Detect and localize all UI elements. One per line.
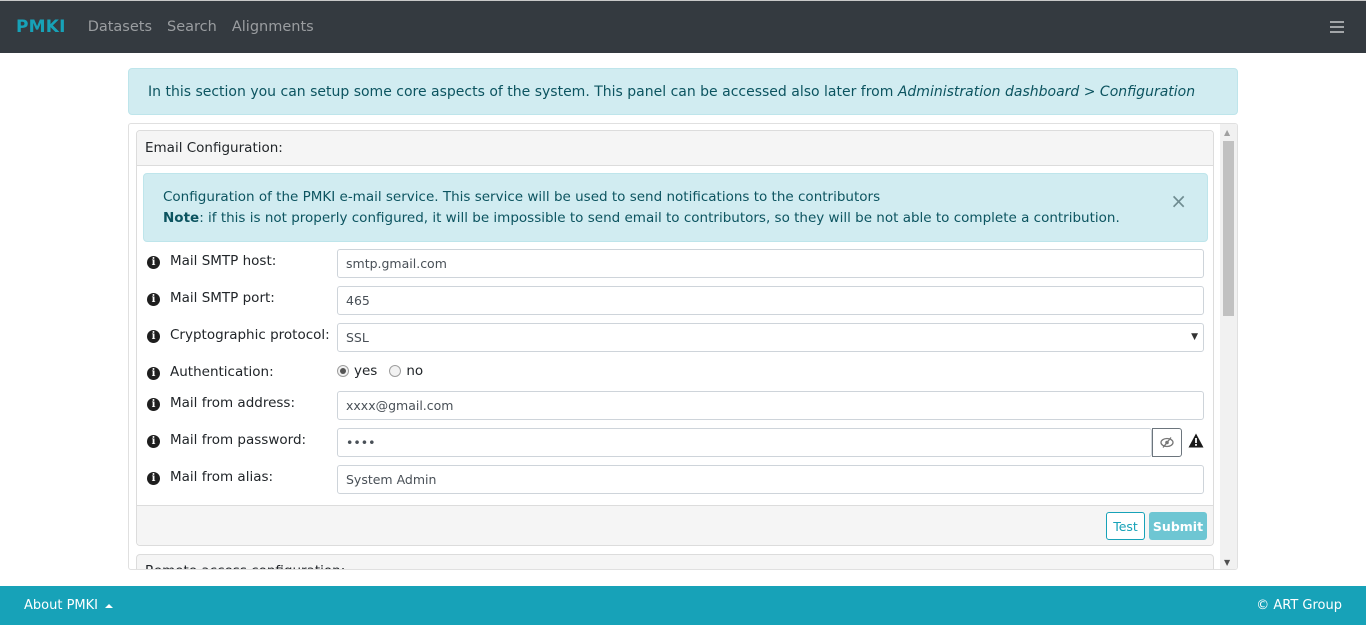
smtp-host-input[interactable]: smtp.gmail.com xyxy=(337,249,1204,278)
email-config-header: Email Configuration: xyxy=(137,131,1213,166)
authentication-radio-group: yes no xyxy=(337,363,435,379)
email-alert-line2: : if this is not properly configured, it… xyxy=(199,210,1120,226)
smtp-port-row: i Mail SMTP port: 465 xyxy=(145,286,1205,316)
hamburger-icon[interactable] xyxy=(1330,21,1344,33)
protocol-row: i Cryptographic protocol: SSL ▼ xyxy=(145,323,1205,353)
eye-slash-icon xyxy=(1160,437,1174,448)
config-scroll-panel: Email Configuration: Configuration of th… xyxy=(128,123,1238,570)
auth-no-label[interactable]: no xyxy=(406,363,423,379)
from-address-input[interactable]: xxxx@gmail.com xyxy=(337,391,1204,420)
remote-access-card: Remote access configuration: xyxy=(136,554,1214,569)
warning-icon xyxy=(1188,433,1204,448)
email-config-footer: Test Submit xyxy=(137,505,1213,545)
from-alias-label: Mail from alias: xyxy=(170,469,274,485)
remote-access-header: Remote access configuration: xyxy=(137,555,1213,569)
nav-search[interactable]: Search xyxy=(167,19,217,35)
auth-yes-radio[interactable] xyxy=(337,365,349,377)
protocol-select[interactable]: SSL ▼ xyxy=(337,323,1204,352)
caret-up-icon xyxy=(104,603,113,608)
from-address-label: Mail from address: xyxy=(170,395,296,411)
scroll-up-arrow-icon[interactable]: ▲ xyxy=(1224,128,1230,137)
email-config-card: Email Configuration: Configuration of th… xyxy=(136,130,1214,546)
smtp-port-label: Mail SMTP port: xyxy=(170,290,275,306)
scrollbar-thumb[interactable] xyxy=(1223,141,1234,316)
auth-yes-label[interactable]: yes xyxy=(354,363,377,379)
info-icon[interactable]: i xyxy=(147,256,160,269)
about-pmki-dropup[interactable]: About PMKI xyxy=(24,598,113,613)
email-info-alert: Configuration of the PMKI e-mail service… xyxy=(143,173,1208,242)
brand-logo[interactable]: PMKI xyxy=(16,17,66,37)
note-label: Note xyxy=(163,210,200,226)
smtp-port-input[interactable]: 465 xyxy=(337,286,1204,315)
info-icon[interactable]: i xyxy=(147,398,160,411)
page-footer: About PMKI © ART Group xyxy=(0,586,1366,625)
close-icon[interactable]: × xyxy=(1170,191,1187,211)
test-button[interactable]: Test xyxy=(1106,512,1145,540)
about-pmki-label: About PMKI xyxy=(24,598,98,613)
from-password-input[interactable]: •••• xyxy=(337,428,1152,457)
copyright-text: © ART Group xyxy=(1256,598,1342,613)
nav-datasets[interactable]: Datasets xyxy=(88,19,152,35)
authentication-label: Authentication: xyxy=(170,364,274,380)
from-address-row: i Mail from address: xxxx@gmail.com xyxy=(145,391,1205,421)
nav-alignments[interactable]: Alignments xyxy=(232,19,314,35)
submit-button[interactable]: Submit xyxy=(1149,512,1207,540)
protocol-selected-value: SSL xyxy=(346,330,369,345)
toggle-password-visibility-button[interactable] xyxy=(1152,428,1182,457)
setup-info-alert: In this section you can setup some core … xyxy=(128,68,1238,115)
auth-no-radio[interactable] xyxy=(389,365,402,377)
authentication-row: i Authentication: yes no xyxy=(145,360,1205,390)
info-icon[interactable]: i xyxy=(147,330,160,343)
info-icon[interactable]: i xyxy=(147,472,160,485)
info-icon[interactable]: i xyxy=(147,293,160,306)
chevron-down-icon: ▼ xyxy=(1191,332,1198,342)
from-password-label: Mail from password: xyxy=(170,432,307,448)
from-password-row: i Mail from password: •••• xyxy=(145,428,1205,458)
from-alias-row: i Mail from alias: System Admin xyxy=(145,465,1205,495)
smtp-host-row: i Mail SMTP host: smtp.gmail.com xyxy=(145,249,1205,279)
vertical-scrollbar[interactable]: ▲ ▼ xyxy=(1220,124,1237,569)
info-icon[interactable]: i xyxy=(147,367,160,380)
top-navbar: PMKI Datasets Search Alignments xyxy=(0,1,1366,53)
email-alert-line1: Configuration of the PMKI e-mail service… xyxy=(163,189,881,205)
protocol-label: Cryptographic protocol: xyxy=(170,327,330,343)
smtp-host-label: Mail SMTP host: xyxy=(170,253,277,269)
info-alert-path: Administration dashboard > Configuration xyxy=(897,83,1196,100)
from-alias-input[interactable]: System Admin xyxy=(337,465,1204,494)
info-alert-text: In this section you can setup some core … xyxy=(148,83,898,100)
info-icon[interactable]: i xyxy=(147,435,160,448)
scroll-down-arrow-icon[interactable]: ▼ xyxy=(1224,558,1230,567)
